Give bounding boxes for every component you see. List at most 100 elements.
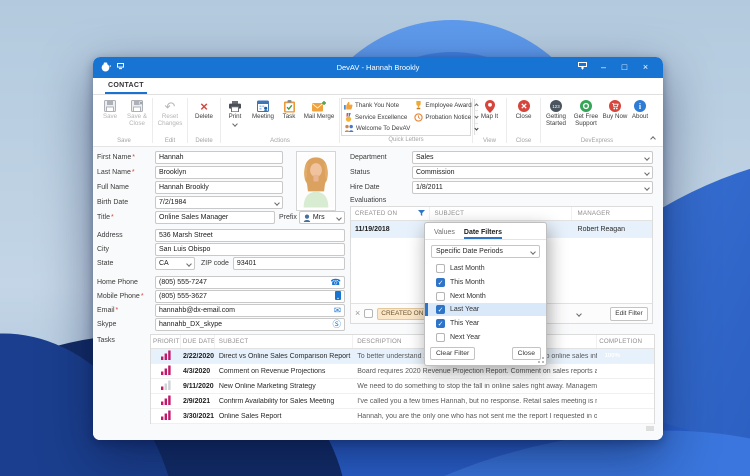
home-phone-input[interactable]: (805) 555-7247 ☎ — [155, 276, 345, 289]
column-header-manager[interactable]: MANAGER — [572, 207, 652, 220]
print-button[interactable]: Print — [222, 96, 248, 127]
title-bar[interactable]: DevAV - Hannah Brookly – □ × — [93, 57, 663, 78]
getting-started-button[interactable]: 123 Getting Started — [542, 96, 570, 128]
column-header-created-on[interactable]: CREATED ON — [351, 207, 431, 220]
title-label: Title* — [97, 214, 114, 221]
delete-button[interactable]: × Delete — [189, 96, 219, 121]
meeting-button[interactable]: Meeting — [248, 96, 278, 121]
tab-values[interactable]: Values — [434, 229, 455, 239]
tab-date-filters[interactable]: Date Filters — [463, 229, 503, 239]
close-popup-button[interactable]: Close — [511, 346, 541, 360]
birth-date-input[interactable]: 7/2/1984 — [155, 196, 283, 209]
save-and-close-button[interactable]: Save & Close — [123, 96, 151, 128]
task-row[interactable]: 2/9/2021 Confirm Availability for Sales … — [151, 394, 654, 409]
reset-changes-button[interactable]: ↶ Reset Changes — [154, 96, 186, 128]
checkbox[interactable] — [436, 291, 445, 301]
save-button[interactable]: Save — [97, 96, 123, 121]
remove-filter-x-icon[interactable]: × — [355, 309, 360, 318]
getting-started-icon: 123 — [550, 99, 562, 113]
quick-letter-employee-award[interactable]: Employee Award — [414, 100, 472, 111]
chevron-down-icon[interactable] — [644, 154, 650, 161]
hire-date-select[interactable]: 1/8/2011 — [412, 181, 653, 194]
close-contact-button[interactable]: Close — [508, 96, 539, 121]
chevron-down-icon[interactable] — [644, 184, 650, 191]
column-header-priority[interactable]: PRIORITY — [151, 335, 181, 348]
edit-filter-button[interactable]: Edit Filter — [610, 306, 648, 321]
ribbon-display-options-icon[interactable] — [572, 57, 593, 78]
filter-funnel-icon[interactable] — [418, 210, 426, 217]
filter-enabled-checkbox[interactable] — [364, 309, 374, 318]
first-name-input[interactable]: Hannah — [155, 151, 283, 164]
quick-letter-service-excellence[interactable]: Service Excellence — [344, 112, 410, 123]
tab-contact[interactable]: CONTACT — [105, 78, 147, 94]
chevron-down-icon[interactable] — [336, 214, 342, 221]
city-input[interactable]: San Luis Obispo — [155, 243, 345, 256]
prefix-label: Prefix — [279, 214, 297, 221]
map-it-button[interactable]: Map It — [474, 96, 505, 121]
close-icon[interactable]: × — [635, 57, 656, 78]
minimize-icon[interactable]: – — [593, 57, 614, 78]
buy-now-button[interactable]: Buy Now — [602, 96, 628, 121]
contact-photo[interactable] — [296, 151, 336, 211]
last-name-input[interactable]: Brooklyn — [155, 166, 283, 179]
option-next-month[interactable]: Next Month — [425, 290, 546, 303]
full-name-input[interactable]: Hannah Brookly — [155, 181, 283, 194]
column-header-due-date[interactable]: DUE DATE — [181, 335, 215, 348]
checkbox[interactable] — [436, 277, 445, 287]
date-period-select[interactable]: Specific Date Periods — [431, 245, 540, 258]
option-last-month[interactable]: Last Month — [425, 262, 546, 275]
full-name-label: Full Name — [97, 184, 129, 191]
chevron-down-icon[interactable] — [186, 260, 192, 267]
checkbox[interactable] — [436, 305, 445, 315]
title-input[interactable]: Online Sales Manager — [155, 211, 275, 224]
quick-letter-thank-you-note[interactable]: Thank You Note — [344, 100, 410, 111]
prefix-select[interactable]: Mrs — [298, 211, 345, 224]
skype-input[interactable]: hannahb_DX_skype Ⓢ — [155, 318, 345, 331]
task-due-date: 2/22/2020 — [182, 352, 215, 360]
status-select[interactable]: Commission — [412, 166, 653, 179]
option-next-year[interactable]: Next Year — [425, 331, 546, 344]
checkbox[interactable] — [436, 319, 445, 329]
column-header-subject[interactable]: SUBJECT — [215, 335, 354, 348]
option-this-month[interactable]: This Month — [425, 276, 546, 289]
mail-merge-button[interactable]: Mail Merge — [300, 96, 338, 121]
ribbon-group-quick-letters: Thank You Note Service Excellence Welcom… — [340, 95, 479, 146]
column-header-subject[interactable]: SUBJECT — [430, 207, 572, 220]
quick-letter-welcome-to-devav[interactable]: Welcome To DevAV — [344, 123, 410, 134]
column-header-completion[interactable]: COMPLETION — [597, 335, 654, 348]
task-button[interactable]: Task — [278, 96, 300, 121]
quick-access-icon[interactable] — [117, 63, 124, 72]
chevron-down-icon[interactable] — [274, 199, 280, 206]
chevron-down-icon[interactable] — [530, 248, 536, 255]
filter-dropdown-chevron-icon[interactable] — [576, 310, 582, 317]
checkbox[interactable] — [436, 333, 445, 343]
address-input[interactable]: 536 Marsh Street — [155, 229, 345, 242]
option-this-year[interactable]: This Year — [425, 317, 546, 330]
email-input[interactable]: hannahb@dx-email.com ✉ — [155, 304, 345, 317]
priority-high-icon — [161, 350, 171, 360]
task-row[interactable]: 4/3/2020 Comment on Revenue Projections … — [151, 364, 654, 379]
chevron-down-icon[interactable] — [644, 169, 650, 176]
delete-button-label: Delete — [195, 113, 213, 120]
ribbon-group-label-view: View — [483, 138, 496, 144]
state-select[interactable]: CA — [155, 257, 195, 270]
resize-grip[interactable] — [542, 361, 544, 363]
clear-filter-button[interactable]: Clear Filter — [430, 346, 476, 360]
task-row[interactable]: 9/11/2020 New Online Marketing Strategy … — [151, 379, 654, 394]
quick-letter-probation-notice[interactable]: Probation Notice — [414, 112, 471, 123]
scrollbar-corner[interactable] — [646, 426, 654, 431]
save-icon — [104, 99, 116, 113]
maximize-icon[interactable]: □ — [614, 57, 635, 78]
buy-now-button-label: Buy Now — [602, 113, 628, 120]
task-row[interactable]: 3/30/2021 Online Sales Report Hannah, yo… — [151, 409, 654, 424]
get-free-support-button[interactable]: Get Free Support — [570, 96, 602, 128]
zip-input[interactable]: 93401 — [232, 257, 345, 270]
task-row[interactable]: 2/22/2020 Direct vs Online Sales Compari… — [151, 349, 654, 364]
checkbox[interactable] — [436, 263, 445, 273]
about-button[interactable]: i About — [628, 96, 652, 121]
department-select[interactable]: Sales — [412, 151, 653, 164]
option-last-year[interactable]: Last Year — [425, 303, 546, 317]
ribbon-tab-row: CONTACT — [93, 78, 663, 95]
mobile-phone-input[interactable]: (805) 555-3627 — [155, 290, 345, 303]
state-label: State — [97, 260, 114, 267]
